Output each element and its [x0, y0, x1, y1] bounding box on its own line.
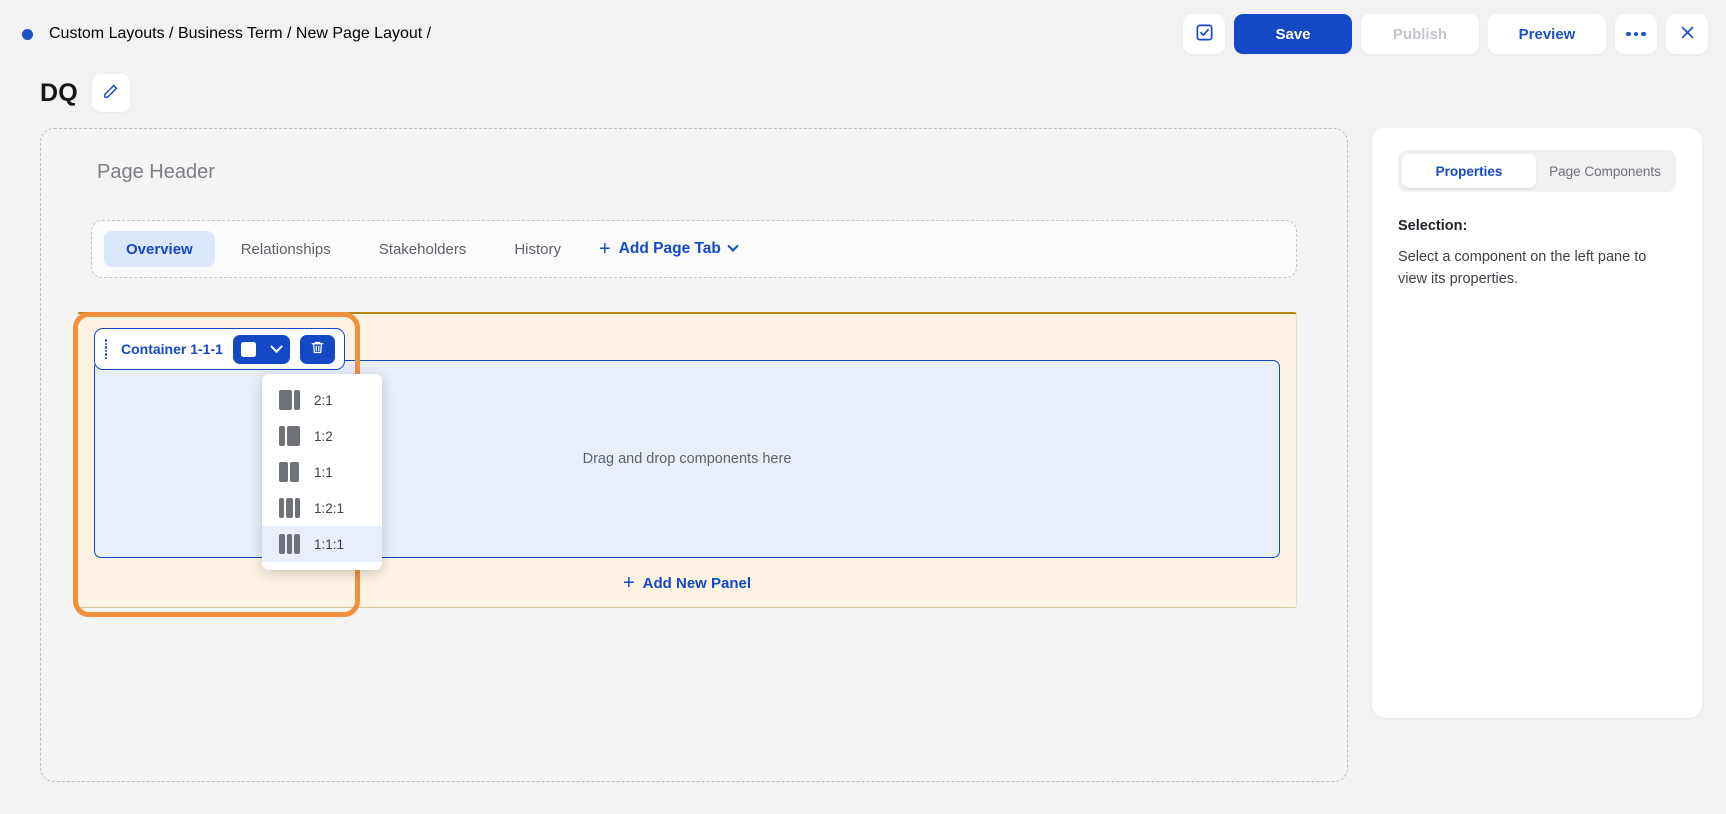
- ratio-option-1-1-1[interactable]: 1:1:1: [262, 526, 382, 562]
- breadcrumb: Custom Layouts / Business Term / New Pag…: [22, 25, 1183, 43]
- breadcrumb-text: Custom Layouts / Business Term / New Pag…: [49, 25, 432, 42]
- page-title-row: DQ: [0, 68, 1726, 128]
- ellipsis-icon: [1626, 31, 1646, 37]
- chevron-down-icon[interactable]: [264, 339, 290, 354]
- panel-1[interactable]: Container 1-1-1 2:1 1:2 1:1 1:2:1 1:1:1 …: [77, 312, 1297, 608]
- page-header-label: Page Header: [97, 161, 215, 183]
- close-button[interactable]: [1666, 14, 1708, 54]
- editor-body: Page Header Overview Relationships Stake…: [0, 128, 1726, 782]
- panel-wrapper: Container 1-1-1 2:1 1:2 1:1 1:2:1 1:1:1 …: [69, 312, 1297, 617]
- layout-1-2-icon: [279, 426, 300, 446]
- page-title: DQ: [40, 78, 78, 107]
- edit-title-button[interactable]: [91, 74, 130, 112]
- page-tab-overview[interactable]: Overview: [104, 231, 215, 267]
- dropzone-text: Drag and drop components here: [582, 451, 792, 467]
- top-bar: Custom Layouts / Business Term / New Pag…: [0, 0, 1726, 68]
- plus-icon: +: [622, 572, 635, 594]
- add-page-tab-label: Add Page Tab: [618, 240, 721, 257]
- save-button[interactable]: Save: [1234, 14, 1352, 54]
- single-column-icon[interactable]: [233, 341, 264, 357]
- ratio-option-label: 1:1: [314, 464, 333, 480]
- layout-1-2-1-icon: [279, 498, 300, 518]
- ratio-option-label: 2:1: [314, 392, 333, 408]
- ratio-option-label: 1:2:1: [314, 500, 345, 516]
- validate-button[interactable]: [1183, 14, 1225, 54]
- layout-1-1-icon: [279, 462, 300, 482]
- properties-tab-group: Properties Page Components: [1398, 150, 1676, 192]
- close-icon: [1679, 24, 1696, 45]
- add-page-tab-button[interactable]: + Add Page Tab: [599, 238, 739, 260]
- page-tab-history[interactable]: History: [492, 231, 583, 267]
- properties-panel: Properties Page Components Selection: Se…: [1372, 128, 1702, 718]
- ratio-option-1-2-1[interactable]: 1:2:1: [262, 490, 382, 526]
- selection-label: Selection:: [1398, 218, 1468, 234]
- more-options-button[interactable]: [1615, 14, 1657, 54]
- drag-handle-icon[interactable]: [101, 338, 111, 360]
- page-tab-strip: Overview Relationships Stakeholders Hist…: [91, 220, 1297, 278]
- status-dot-icon: [22, 28, 33, 40]
- trash-icon: [310, 340, 325, 358]
- tab-properties[interactable]: Properties: [1402, 154, 1536, 188]
- layout-ratio-menu[interactable]: 2:1 1:2 1:1 1:2:1 1:1:1: [262, 374, 382, 570]
- check-square-icon: [1195, 23, 1214, 46]
- layout-canvas[interactable]: Page Header Overview Relationships Stake…: [40, 128, 1348, 782]
- pencil-icon: [102, 83, 119, 103]
- ratio-option-label: 1:1:1: [314, 536, 345, 552]
- layout-2-1-icon: [279, 390, 300, 410]
- page-tab-stakeholders[interactable]: Stakeholders: [357, 231, 489, 267]
- add-new-panel-button[interactable]: + Add New Panel: [94, 573, 1280, 593]
- tab-page-components[interactable]: Page Components: [1538, 154, 1672, 188]
- container-toolbar: Container 1-1-1: [94, 328, 345, 370]
- ratio-option-label: 1:2: [314, 428, 333, 444]
- ratio-option-2-1[interactable]: 2:1: [262, 382, 382, 418]
- plus-icon: +: [599, 238, 611, 260]
- add-new-panel-label: Add New Panel: [642, 574, 752, 592]
- chevron-down-icon: [727, 240, 739, 252]
- container-name: Container 1-1-1: [121, 341, 223, 357]
- selection-description: Select a component on the left pane to v…: [1398, 249, 1647, 288]
- ratio-option-1-1[interactable]: 1:1: [262, 454, 382, 490]
- ratio-option-1-2[interactable]: 1:2: [262, 418, 382, 454]
- page-tab-relationships[interactable]: Relationships: [219, 231, 353, 267]
- publish-button[interactable]: Publish: [1361, 14, 1479, 54]
- preview-button[interactable]: Preview: [1488, 14, 1606, 54]
- top-bar-actions: Save Publish Preview: [1183, 14, 1708, 54]
- container-layout-split-button[interactable]: [232, 334, 290, 364]
- layout-1-1-1-icon: [279, 534, 300, 554]
- delete-container-button[interactable]: [299, 334, 335, 364]
